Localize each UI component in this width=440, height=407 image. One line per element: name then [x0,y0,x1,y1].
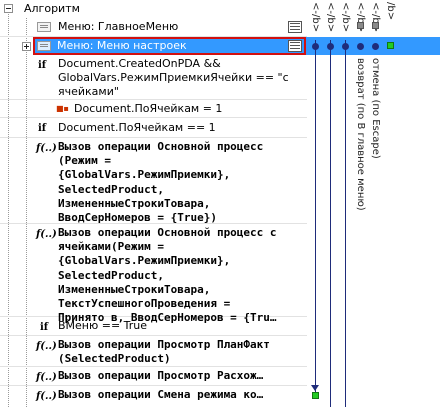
tree-row[interactable]: f(..) Вызов операции Основной процесс с … [0,224,307,324]
expand-icon[interactable] [22,42,31,51]
highlight-box [33,37,306,55]
tree-row[interactable]: f(..) Вызов операции Просмотр Расхож… [0,367,307,386]
column-line [330,40,331,407]
column-label-return: возврат (по В главное меню) [355,58,366,211]
exit-marker [387,42,394,49]
function-icon: f(..) [36,229,57,240]
arrow-down-icon [311,385,319,391]
column-header: /b> [385,2,396,21]
column-marker [357,22,364,29]
column-marker [372,22,379,29]
algorithm-tree: Алгоритм Меню: ГлавноеМеню Меню: Меню на… [0,0,440,407]
row-text: ВМеню == True [58,319,148,332]
link-dot [372,43,379,50]
column-header: <-/b> [325,2,336,33]
column-line [345,40,346,407]
tree-row[interactable]: if Document.CreatedOnPDA && GlobalVars.Р… [0,55,307,100]
link-dot [312,43,319,50]
tree-root-label: Алгоритм [24,2,80,15]
menu-icon [37,22,51,32]
tree-row[interactable]: f(..) Вызов операции Основной процесс (Р… [0,138,307,224]
row-text: Document.ПоЯчейкам = 1 [74,102,223,115]
tree-root[interactable]: Алгоритм [0,0,300,18]
function-icon: f(..) [36,341,57,352]
row-text: Меню: ГлавноеМеню [58,20,179,33]
row-text: Document.ПоЯчейкам == 1 [58,121,216,134]
tree-row[interactable]: if ВМеню == True [0,317,307,336]
if-icon: if [38,123,47,134]
column-header: <-/b> [340,2,351,33]
tree-row[interactable]: if Document.ПоЯчейкам == 1 [0,118,307,138]
function-icon: f(..) [36,143,57,154]
row-text: Document.CreatedOnPDA && GlobalVars.Режи… [58,57,289,98]
row-text: Вызов операции Основной процесс (Режим =… [58,140,264,225]
row-text: Вызов операции Смена режима ко… [58,388,264,401]
end-marker [312,392,319,399]
row-text: Вызов операции Просмотр Расхож… [58,369,264,382]
link-dot [327,43,334,50]
menu-editor-icon[interactable] [288,21,302,33]
column-header: <-/b> [310,2,321,33]
column-label-cancel: отмена (по Escape) [370,58,381,159]
link-dot [357,43,364,50]
function-icon: f(..) [36,372,57,383]
tree-row[interactable]: Меню: ГлавноеМеню [0,18,307,37]
function-icon: f(..) [36,391,57,402]
link-dot [342,43,349,50]
tree-row[interactable]: f(..) Вызов операции Смена режима ко… [0,386,307,407]
column-line [315,40,316,393]
if-icon: if [38,60,47,71]
if-icon: if [40,322,49,333]
row-text: Вызов операции Просмотр ПланФакт (Select… [58,338,270,366]
assign-icon: ■▪ [56,104,69,113]
row-text: Вызов операции Основной процесс с ячейка… [58,226,277,325]
tree-row[interactable]: ■▪ Document.ПоЯчейкам = 1 [0,100,307,118]
tree-row[interactable]: f(..) Вызов операции Просмотр ПланФакт (… [0,336,307,367]
collapse-icon[interactable] [4,4,13,13]
